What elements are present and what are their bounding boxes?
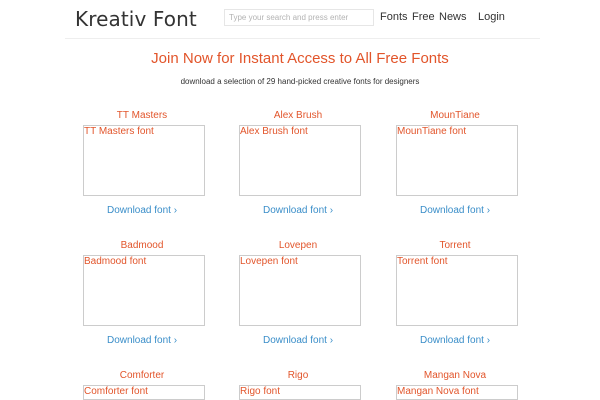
font-card-title[interactable]: Badmood [83, 240, 201, 252]
font-card-lovepen: Lovepen Lovepen font Download font › [239, 240, 361, 346]
font-card-mountiane: MounTiane MounTiane font Download font › [396, 110, 518, 216]
nav-link-fonts[interactable]: Fonts [380, 11, 408, 23]
font-preview-box[interactable]: Mangan Nova font [396, 385, 518, 400]
font-card-badmood: Badmood Badmood font Download font › [83, 240, 205, 346]
font-preview-box[interactable]: Badmood font [83, 255, 205, 326]
font-preview-box[interactable]: Torrent font [396, 255, 518, 326]
font-card-title[interactable]: Lovepen [239, 240, 357, 252]
site-header: Kreativ Font Fonts Free News Login [0, 0, 600, 38]
font-card-comforter: Comforter Comforter font [83, 370, 205, 400]
site-logo[interactable]: Kreativ Font [75, 7, 197, 31]
font-preview-box[interactable]: Alex Brush font [239, 125, 361, 196]
font-preview-box[interactable]: Rigo font [239, 385, 361, 400]
font-card-title[interactable]: MounTiane [396, 110, 514, 122]
download-font-link[interactable]: Download font › [83, 335, 233, 346]
download-font-link[interactable]: Download font › [239, 205, 389, 216]
font-card-title[interactable]: TT Masters [83, 110, 201, 122]
font-card-alex-brush: Alex Brush Alex Brush font Download font… [239, 110, 361, 216]
font-card-title[interactable]: Mangan Nova [396, 370, 514, 382]
download-font-link[interactable]: Download font › [396, 335, 546, 346]
font-card-mangan-nova: Mangan Nova Mangan Nova font [396, 370, 518, 400]
font-card-rigo: Rigo Rigo font [239, 370, 361, 400]
font-preview-box[interactable]: Comforter font [83, 385, 205, 400]
font-preview-box[interactable]: Lovepen font [239, 255, 361, 326]
font-card-title[interactable]: Torrent [396, 240, 514, 252]
font-preview-box[interactable]: TT Masters font [83, 125, 205, 196]
font-card-title[interactable]: Comforter [83, 370, 201, 382]
download-font-link[interactable]: Download font › [239, 335, 389, 346]
font-card-torrent: Torrent Torrent font Download font › [396, 240, 518, 346]
download-font-link[interactable]: Download font › [83, 205, 233, 216]
font-card-title[interactable]: Rigo [239, 370, 357, 382]
download-font-link[interactable]: Download font › [396, 205, 546, 216]
font-card-title[interactable]: Alex Brush [239, 110, 357, 122]
font-card-tt-masters: TT Masters TT Masters font Download font… [83, 110, 205, 216]
nav-link-news[interactable]: News [439, 11, 467, 23]
hero-title: Join Now for Instant Access to All Free … [151, 50, 449, 67]
font-preview-box[interactable]: MounTiane font [396, 125, 518, 196]
nav-link-free[interactable]: Free [412, 11, 435, 23]
search-input[interactable] [224, 9, 374, 26]
page: Kreativ Font Fonts Free News Login Join … [0, 0, 600, 400]
header-divider [65, 38, 540, 39]
hero-subtitle: download a selection of 29 hand-picked c… [180, 77, 420, 86]
nav-link-login[interactable]: Login [478, 11, 505, 23]
